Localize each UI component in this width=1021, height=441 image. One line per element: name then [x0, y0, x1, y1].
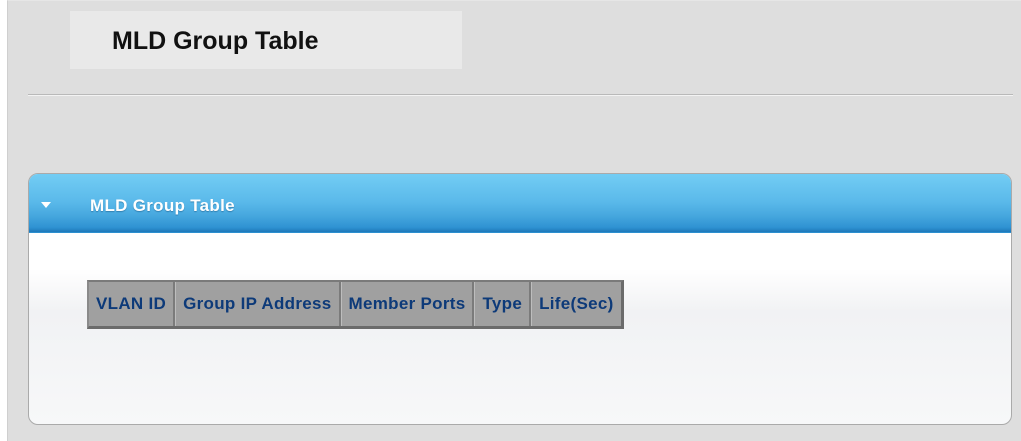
- column-header-group-ip-address: Group IP Address: [175, 282, 341, 326]
- column-header-type: Type: [474, 282, 532, 326]
- triangle-down-icon[interactable]: [41, 202, 51, 208]
- page-content: MLD Group Table MLD Group Table VLAN ID …: [7, 0, 1021, 441]
- mld-group-table: VLAN ID Group IP Address Member Ports Ty…: [87, 280, 624, 329]
- column-header-life-sec: Life(Sec): [531, 282, 621, 326]
- mld-group-table-panel: MLD Group Table VLAN ID Group IP Address…: [28, 173, 1012, 425]
- panel-header[interactable]: MLD Group Table: [29, 174, 1011, 233]
- page-title-box: MLD Group Table: [70, 11, 462, 69]
- title-divider: [28, 94, 1013, 96]
- panel-title: MLD Group Table: [90, 196, 235, 215]
- table-header-row: VLAN ID Group IP Address Member Ports Ty…: [89, 282, 621, 326]
- page-title: MLD Group Table: [112, 27, 319, 55]
- column-header-member-ports: Member Ports: [340, 282, 475, 326]
- column-header-vlan-id: VLAN ID: [89, 282, 176, 326]
